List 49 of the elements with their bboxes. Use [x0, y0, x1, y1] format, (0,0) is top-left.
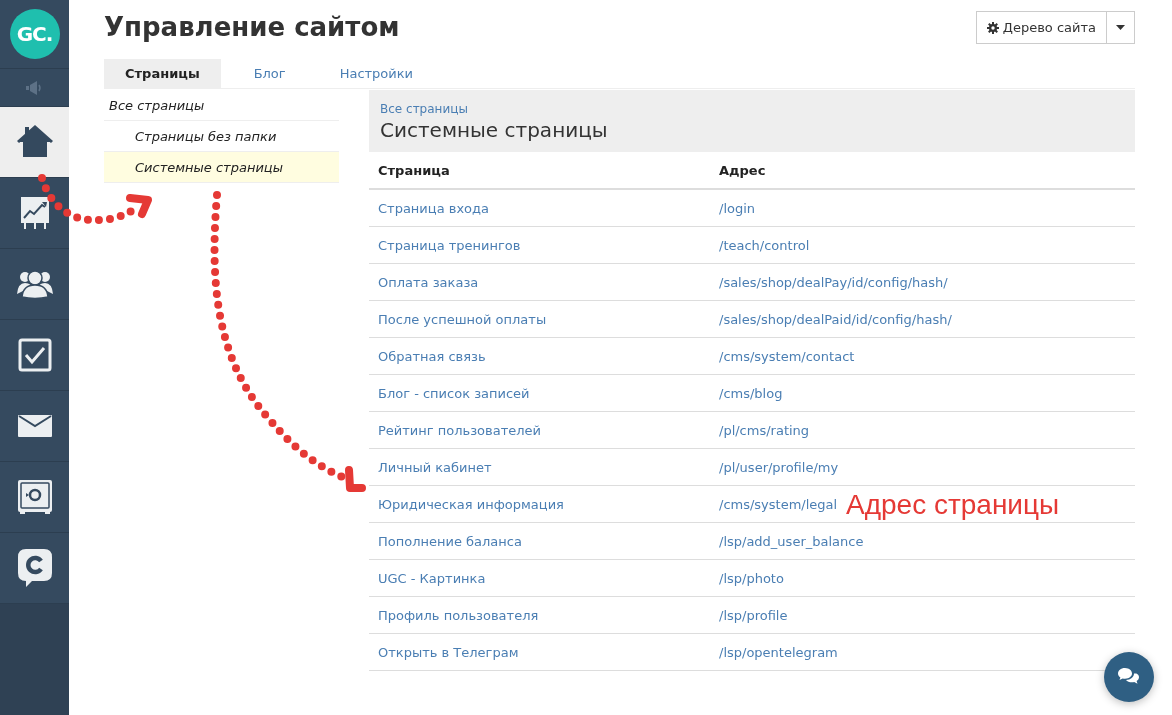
address-link[interactable]: /lsp/photo [710, 559, 1135, 597]
caret-icon [1116, 25, 1125, 30]
address-link[interactable]: /lsp/add_user_balance [710, 522, 1135, 560]
chart-board-icon [19, 196, 50, 230]
breadcrumb-link[interactable]: Все страницы [380, 102, 1124, 116]
page-link[interactable]: Пополнение баланса [369, 522, 710, 560]
column-header: Страница [369, 152, 710, 189]
address-link[interactable]: /teach/control [710, 226, 1135, 264]
page-link[interactable]: UGC - Картинка [369, 559, 710, 597]
page-link[interactable]: Оплата заказа [369, 263, 710, 301]
page-link[interactable]: Обратная связь [369, 337, 710, 375]
page-link[interactable]: Юридическая информация [369, 485, 710, 523]
page-title: Управление сайтом [104, 12, 400, 42]
address-link[interactable]: /cms/blog [710, 374, 1135, 412]
dropdown-button[interactable] [1107, 11, 1135, 44]
chat-c-icon [17, 549, 52, 587]
settings-icon [986, 21, 999, 34]
address-link[interactable]: /pl/user/profile/my [710, 448, 1135, 486]
address-link[interactable]: /sales/shop/dealPay/id/config/hash/ [710, 263, 1135, 301]
checkbox-icon [17, 338, 52, 372]
address-link[interactable]: /sales/shop/dealPaid/id/config/hash/ [710, 300, 1135, 338]
tree-item[interactable]: Системные страницы [104, 152, 339, 183]
tab[interactable]: Блог [232, 59, 307, 88]
page-link[interactable]: Личный кабинет [369, 448, 710, 486]
sidebar-item[interactable] [0, 107, 69, 178]
annotation-label: Адрес страницы [846, 489, 1060, 521]
tab[interactable]: Страницы [104, 59, 221, 88]
page-link[interactable]: Профиль пользователя [369, 596, 710, 634]
tab[interactable]: Настройки [318, 59, 435, 88]
address-link[interactable]: /pl/cms/rating [710, 411, 1135, 449]
address-link[interactable]: /cms/system/contact [710, 337, 1135, 375]
address-link[interactable]: /lsp/profile [710, 596, 1135, 634]
page-link[interactable]: Открыть в Телеграм [369, 633, 710, 671]
chat-button[interactable] [1104, 652, 1154, 702]
logo-badge[interactable]: GC. [9, 9, 60, 59]
column-header: Адрес [710, 152, 1135, 189]
page-link[interactable]: Блог - список записей [369, 374, 710, 412]
page-link[interactable]: Страница входа [369, 189, 710, 227]
tree-item[interactable]: Все страницы [104, 90, 339, 121]
page-link[interactable]: Страница тренингов [369, 226, 710, 264]
house-icon [16, 125, 53, 159]
page-link[interactable]: Рейтинг пользователей [369, 411, 710, 449]
site-tree-button[interactable]: Дерево сайта [975, 11, 1107, 44]
address-link[interactable]: /login [710, 189, 1135, 227]
envelope-icon [17, 415, 52, 437]
people-icon [16, 269, 53, 299]
panel-heading: Системные страницы [380, 118, 609, 142]
page-link[interactable]: После успешной оплаты [369, 300, 710, 338]
safe-icon [17, 480, 52, 514]
